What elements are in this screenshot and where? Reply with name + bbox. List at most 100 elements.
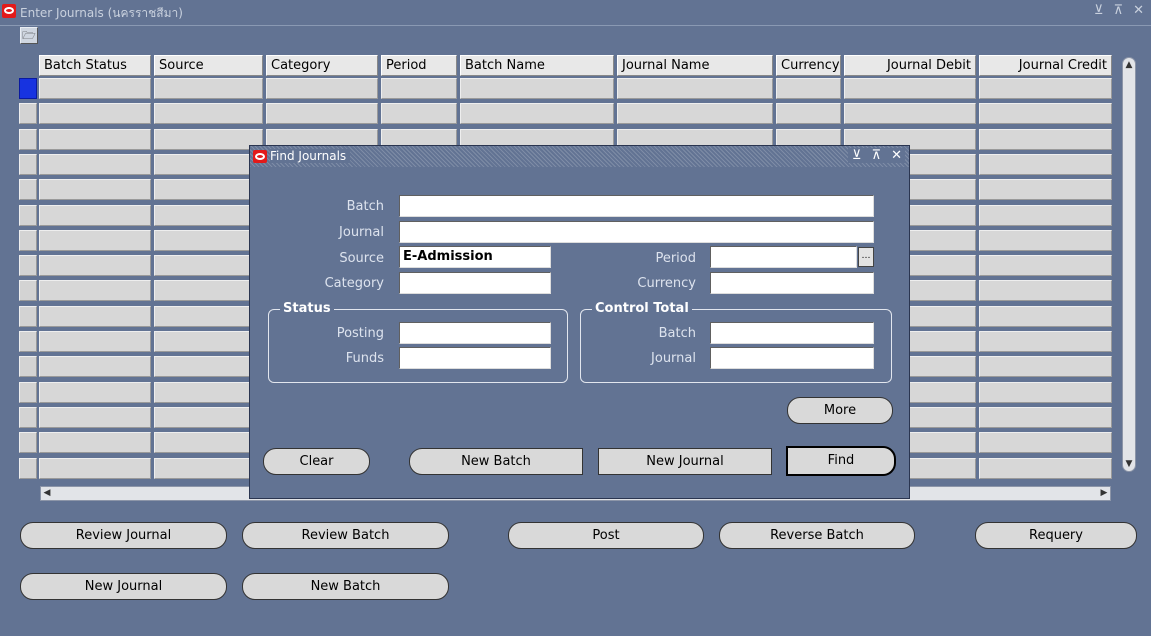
column-header[interactable]: Journal Credit xyxy=(979,55,1112,76)
row-selector[interactable] xyxy=(19,356,37,378)
requery-button[interactable]: Requery xyxy=(975,522,1137,549)
table-cell[interactable] xyxy=(460,78,614,99)
table-cell[interactable] xyxy=(979,179,1112,201)
table-cell[interactable] xyxy=(154,356,263,378)
control-journal-field[interactable] xyxy=(710,347,874,369)
table-cell[interactable] xyxy=(617,103,773,125)
row-selector[interactable] xyxy=(19,457,37,479)
table-cell[interactable] xyxy=(39,204,151,226)
review-journal-button[interactable]: Review Journal xyxy=(20,522,227,549)
row-selector[interactable] xyxy=(19,128,37,150)
table-cell[interactable] xyxy=(979,356,1112,378)
table-cell[interactable] xyxy=(154,457,263,479)
table-cell[interactable] xyxy=(154,381,263,403)
table-cell[interactable] xyxy=(154,229,263,251)
period-lov-icon[interactable]: … xyxy=(858,247,874,267)
table-cell[interactable] xyxy=(39,128,151,150)
table-cell[interactable] xyxy=(979,280,1112,302)
table-cell[interactable] xyxy=(154,255,263,277)
table-cell[interactable] xyxy=(154,179,263,201)
more-button[interactable]: More xyxy=(787,397,893,424)
column-header[interactable]: Journal Debit xyxy=(844,55,976,76)
table-cell[interactable] xyxy=(39,255,151,277)
table-cell[interactable] xyxy=(979,128,1112,150)
new-batch-button[interactable]: New Batch xyxy=(242,573,449,600)
table-cell[interactable] xyxy=(39,457,151,479)
row-selector[interactable] xyxy=(19,406,37,428)
find-button[interactable]: Find xyxy=(786,446,896,476)
table-cell[interactable] xyxy=(979,153,1112,175)
row-selector[interactable] xyxy=(19,432,37,454)
table-cell[interactable] xyxy=(979,255,1112,277)
column-header[interactable]: Period xyxy=(381,55,457,76)
table-cell[interactable] xyxy=(154,331,263,352)
category-field[interactable] xyxy=(399,272,551,294)
table-cell[interactable] xyxy=(39,153,151,175)
table-cell[interactable] xyxy=(381,78,457,99)
table-cell[interactable] xyxy=(154,78,263,99)
table-cell[interactable] xyxy=(844,78,976,99)
vertical-scrollbar[interactable]: ▲ ▼ xyxy=(1122,57,1136,472)
scroll-down-icon[interactable]: ▼ xyxy=(1123,457,1135,471)
posting-field[interactable] xyxy=(399,322,551,344)
row-selector[interactable] xyxy=(19,381,37,403)
table-cell[interactable] xyxy=(844,103,976,125)
column-header[interactable]: Category xyxy=(266,55,378,76)
column-header[interactable]: Journal Name xyxy=(617,55,773,76)
folder-icon[interactable]: 🗁 xyxy=(20,27,38,44)
row-selector[interactable] xyxy=(19,331,37,352)
table-cell[interactable] xyxy=(39,331,151,352)
row-selector[interactable] xyxy=(19,153,37,175)
table-cell[interactable] xyxy=(266,78,378,99)
table-cell[interactable] xyxy=(266,103,378,125)
scroll-right-icon[interactable]: ▶ xyxy=(1098,487,1110,500)
row-selector[interactable] xyxy=(19,204,37,226)
row-selector[interactable] xyxy=(19,280,37,302)
table-cell[interactable] xyxy=(154,128,263,150)
dialog-controls[interactable]: ⊻ ⊼ ✕ xyxy=(847,148,905,163)
table-cell[interactable] xyxy=(39,229,151,251)
scroll-left-icon[interactable]: ◀ xyxy=(41,487,53,500)
table-cell[interactable] xyxy=(154,432,263,454)
scroll-up-icon[interactable]: ▲ xyxy=(1123,58,1135,72)
journal-field[interactable] xyxy=(399,221,874,243)
funds-field[interactable] xyxy=(399,347,551,369)
table-cell[interactable] xyxy=(39,179,151,201)
table-cell[interactable] xyxy=(979,406,1112,428)
table-cell[interactable] xyxy=(39,103,151,125)
new-journal-button[interactable]: New Journal xyxy=(20,573,227,600)
column-header[interactable]: Currency xyxy=(776,55,841,76)
table-cell[interactable] xyxy=(39,381,151,403)
table-cell[interactable] xyxy=(979,103,1112,125)
table-cell[interactable] xyxy=(39,432,151,454)
table-cell[interactable] xyxy=(154,153,263,175)
review-batch-button[interactable]: Review Batch xyxy=(242,522,449,549)
table-cell[interactable] xyxy=(979,78,1112,99)
column-header[interactable]: Batch Name xyxy=(460,55,614,76)
source-field[interactable]: E-Admission xyxy=(399,246,551,268)
table-cell[interactable] xyxy=(39,280,151,302)
table-cell[interactable] xyxy=(39,305,151,327)
table-cell[interactable] xyxy=(154,406,263,428)
table-cell[interactable] xyxy=(154,280,263,302)
table-cell[interactable] xyxy=(979,204,1112,226)
row-selector[interactable] xyxy=(19,179,37,201)
row-selector-active[interactable] xyxy=(19,78,37,99)
table-cell[interactable] xyxy=(979,381,1112,403)
column-header[interactable]: Batch Status xyxy=(39,55,151,76)
clear-button[interactable]: Clear xyxy=(263,448,370,475)
row-selector[interactable] xyxy=(19,103,37,125)
row-selector[interactable] xyxy=(19,305,37,327)
table-cell[interactable] xyxy=(39,356,151,378)
table-cell[interactable] xyxy=(979,457,1112,479)
row-selector[interactable] xyxy=(19,229,37,251)
table-cell[interactable] xyxy=(979,331,1112,352)
table-cell[interactable] xyxy=(460,103,614,125)
table-cell[interactable] xyxy=(39,406,151,428)
currency-field[interactable] xyxy=(710,272,874,294)
row-selector[interactable] xyxy=(19,255,37,277)
table-cell[interactable] xyxy=(979,432,1112,454)
table-cell[interactable] xyxy=(154,103,263,125)
table-cell[interactable] xyxy=(979,229,1112,251)
window-controls[interactable]: ⊻ ⊼ ✕ xyxy=(1094,3,1147,18)
